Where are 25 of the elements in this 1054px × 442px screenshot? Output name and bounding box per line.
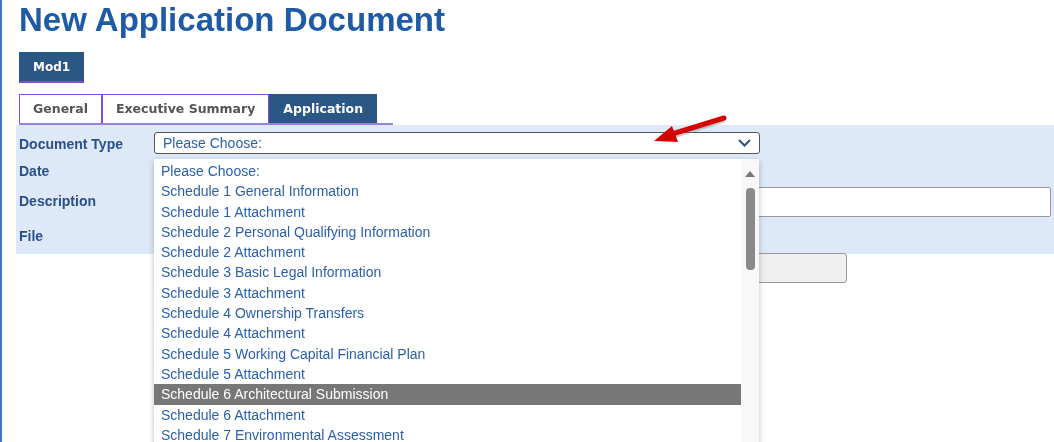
- dropdown-option[interactable]: Schedule 1 Attachment: [154, 201, 741, 222]
- dropdown-option[interactable]: Schedule 5 Working Capital Financial Plan: [154, 343, 741, 364]
- field-label: Description: [19, 192, 96, 211]
- dropdown-option[interactable]: Schedule 2 Attachment: [154, 242, 741, 263]
- tab[interactable]: Executive Summary: [102, 94, 270, 123]
- field-label: File: [19, 227, 44, 246]
- dropdown-option[interactable]: Schedule 4 Attachment: [154, 323, 741, 344]
- module-button[interactable]: Mod1: [19, 52, 85, 83]
- dropdown-option[interactable]: Please Choose:: [154, 161, 741, 182]
- dropdown-option[interactable]: Schedule 6 Architectural Submission: [154, 384, 741, 405]
- dropdown-option[interactable]: Schedule 2 Personal Qualifying Information: [154, 221, 741, 243]
- dropdown-option[interactable]: Schedule 3 Basic Legal Information: [154, 262, 741, 283]
- field-label: Date: [19, 162, 50, 181]
- dropdown-option[interactable]: Schedule 5 Attachment: [154, 363, 741, 385]
- document-type-select[interactable]: Please Choose:: [154, 132, 760, 154]
- tab[interactable]: General: [19, 94, 102, 123]
- dropdown-option[interactable]: Schedule 1 General Information: [154, 181, 741, 202]
- dropdown-option[interactable]: Schedule 3 Attachment: [154, 282, 741, 304]
- chevron-icon: [738, 139, 751, 147]
- dropdown-option[interactable]: Schedule 6 Attachment: [154, 404, 741, 425]
- tab[interactable]: Application: [269, 94, 378, 123]
- page-title: New Application Document: [18, 0, 446, 40]
- dropdown-option[interactable]: Schedule 7 Environmental Assessment: [154, 424, 741, 442]
- field-label: Document Type: [19, 135, 123, 154]
- dropdown-option[interactable]: Schedule 4 Ownership Transfers: [154, 303, 741, 324]
